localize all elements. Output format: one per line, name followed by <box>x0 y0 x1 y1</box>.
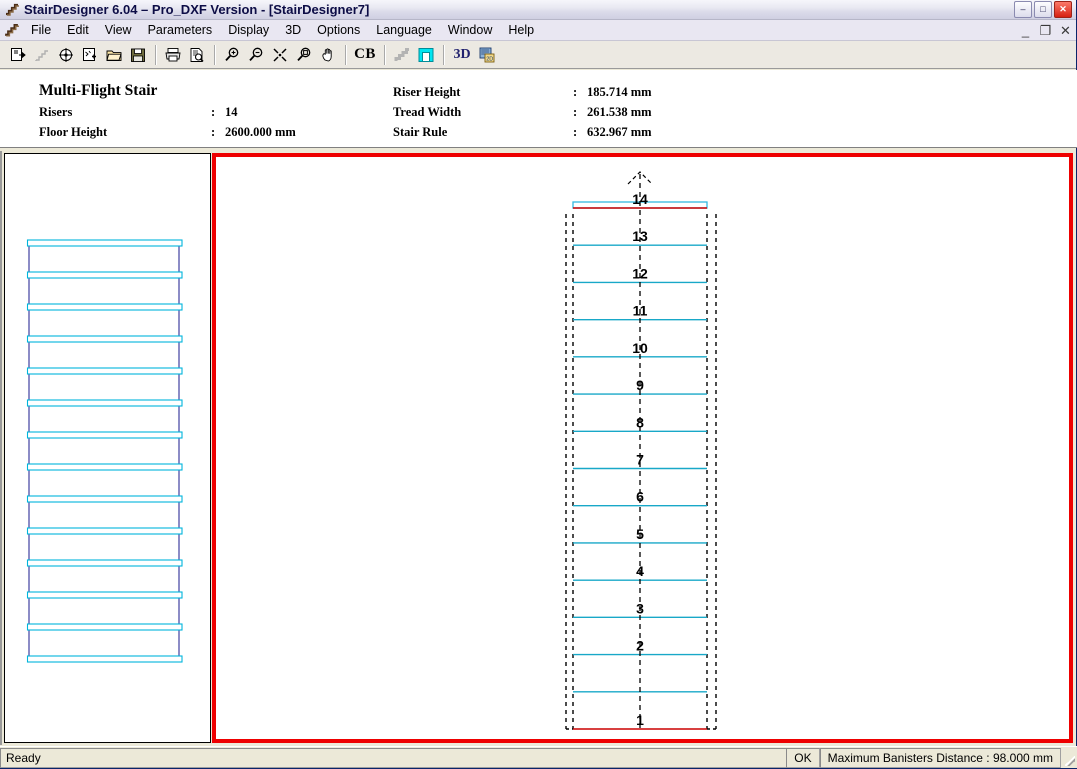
menu-item-window[interactable]: Window <box>440 21 500 39</box>
window-controls: – □ ✕ <box>1014 1 1074 18</box>
plan-step-number: 10 <box>632 340 648 356</box>
view-3d-button[interactable]: 3D <box>449 43 475 67</box>
mdi-restore-button[interactable]: ❐ <box>1039 24 1052 37</box>
status-banister-info: Maximum Banisters Distance : 98.000 mm <box>819 747 1061 768</box>
menu-item-language[interactable]: Language <box>368 21 440 39</box>
new-stair-icon[interactable] <box>30 43 54 67</box>
info-row-riser-height: Riser Height : 185.714 mm <box>393 82 652 102</box>
target-icon[interactable] <box>54 43 78 67</box>
main-toolbar: CB 3D 2D <box>0 41 1076 69</box>
plan-step-number: 3 <box>636 600 644 616</box>
plan-step-number: 14 <box>632 191 648 207</box>
info-row-stair-rule: Stair Rule : 632.967 mm <box>393 122 652 142</box>
menu-item-edit[interactable]: Edit <box>59 21 97 39</box>
status-bar: Ready OK Maximum Banisters Distance : 98… <box>0 746 1077 768</box>
zoom-window-icon[interactable] <box>292 43 316 67</box>
status-message: Ready <box>0 747 787 768</box>
stair-info-right-column: Riser Height : 185.714 mm Tread Width : … <box>393 82 652 142</box>
info-colon: : <box>573 124 578 139</box>
info-value: 185.714 mm <box>587 84 652 99</box>
minimize-button[interactable]: – <box>1014 1 1032 18</box>
info-value: 14 <box>225 104 238 119</box>
workspace: 14 13 12 11 10 9 8 7 6 5 4 3 2 1 <box>0 148 1077 746</box>
resize-grip-icon[interactable] <box>1061 748 1077 768</box>
menu-item-file[interactable]: File <box>23 21 59 39</box>
mdi-close-button[interactable]: ✕ <box>1059 24 1072 37</box>
info-colon: : <box>211 124 216 139</box>
plan-step-number: 5 <box>636 526 644 542</box>
plan-step-number: 9 <box>636 377 644 393</box>
menu-item-options[interactable]: Options <box>309 21 368 39</box>
info-label: Tread Width <box>393 104 462 119</box>
info-row-tread-width: Tread Width : 261.538 mm <box>393 102 652 122</box>
info-label: Stair Rule <box>393 124 448 139</box>
stair-side-view-drawing[interactable] <box>5 154 210 742</box>
plan-view-pane[interactable]: 14 13 12 11 10 9 8 7 6 5 4 3 2 1 <box>212 153 1073 743</box>
side-view-pane[interactable] <box>4 153 211 743</box>
plan-step-number: 4 <box>636 563 644 579</box>
info-label: Floor Height <box>39 124 108 139</box>
plan-step-number: 2 <box>636 638 644 654</box>
menu-item-parameters[interactable]: Parameters <box>140 21 221 39</box>
svg-text:2D: 2D <box>486 56 493 62</box>
info-value: 632.967 mm <box>587 124 652 139</box>
info-value: 2600.000 mm <box>225 124 296 139</box>
info-value: 261.538 mm <box>587 104 652 119</box>
info-colon: : <box>573 84 578 99</box>
menu-item-3d[interactable]: 3D <box>277 21 309 39</box>
info-label: Risers <box>39 104 73 119</box>
plan-step-number: 11 <box>633 303 648 319</box>
plan-step-number: 13 <box>632 228 648 244</box>
status-ok-indicator: OK <box>786 747 820 768</box>
info-row-floor-height: Floor Height : 2600.000 mm <box>39 122 296 142</box>
menu-item-view[interactable]: View <box>97 21 140 39</box>
toolbar-separator <box>155 44 156 65</box>
info-label: Riser Height <box>393 84 461 99</box>
toolbar-separator <box>443 44 444 65</box>
plan-step-number: 12 <box>632 265 648 281</box>
app-stair-icon[interactable] <box>3 22 20 39</box>
mdi-window-controls: _ ❐ ✕ <box>1019 20 1072 41</box>
plan-step-number: 7 <box>636 452 644 468</box>
print-icon[interactable] <box>161 43 185 67</box>
info-colon: : <box>573 104 578 119</box>
toolbar-separator <box>384 44 385 65</box>
stair-side-icon[interactable] <box>390 43 414 67</box>
window-title: StairDesigner 6.04 – Pro_DXF Version - [… <box>24 2 370 17</box>
close-button[interactable]: ✕ <box>1054 1 1072 18</box>
maximize-button[interactable]: □ <box>1034 1 1052 18</box>
menu-item-help[interactable]: Help <box>500 21 542 39</box>
zoom-in-icon[interactable] <box>220 43 244 67</box>
open-folder-icon[interactable] <box>102 43 126 67</box>
menu-item-display[interactable]: Display <box>220 21 277 39</box>
print-preview-icon[interactable] <box>185 43 209 67</box>
pan-hand-icon[interactable] <box>316 43 340 67</box>
application-window: StairDesigner 6.04 – Pro_DXF Version - [… <box>0 0 1077 769</box>
plan-step-number: 6 <box>636 489 644 505</box>
new-from-template-icon[interactable] <box>78 43 102 67</box>
plan-step-number: 8 <box>636 414 644 430</box>
stair-plan-view-drawing[interactable]: 14 13 12 11 10 9 8 7 6 5 4 3 2 1 <box>216 157 1069 739</box>
menu-bar: File Edit View Parameters Display 3D Opt… <box>0 20 1076 41</box>
zoom-fit-icon[interactable] <box>268 43 292 67</box>
app-stair-icon <box>4 2 20 18</box>
toolbar-separator <box>345 44 346 65</box>
save-disk-icon[interactable] <box>126 43 150 67</box>
zoom-out-icon[interactable] <box>244 43 268 67</box>
info-row-risers: Risers : 14 <box>39 102 296 122</box>
view-2d-icon[interactable]: 2D <box>475 43 499 67</box>
stair-type-title: Multi-Flight Stair <box>39 82 158 99</box>
new-project-icon[interactable] <box>6 43 30 67</box>
title-bar: StairDesigner 6.04 – Pro_DXF Version - [… <box>0 0 1076 20</box>
cb-button[interactable]: CB <box>351 43 379 67</box>
info-colon: : <box>211 104 216 119</box>
stair-plan-icon[interactable] <box>414 43 438 67</box>
toolbar-separator <box>214 44 215 65</box>
plan-step-number: 1 <box>636 712 644 728</box>
stair-info-left-column: Risers : 14 Floor Height : 2600.000 mm <box>39 102 296 142</box>
mdi-minimize-button[interactable]: _ <box>1019 24 1032 37</box>
